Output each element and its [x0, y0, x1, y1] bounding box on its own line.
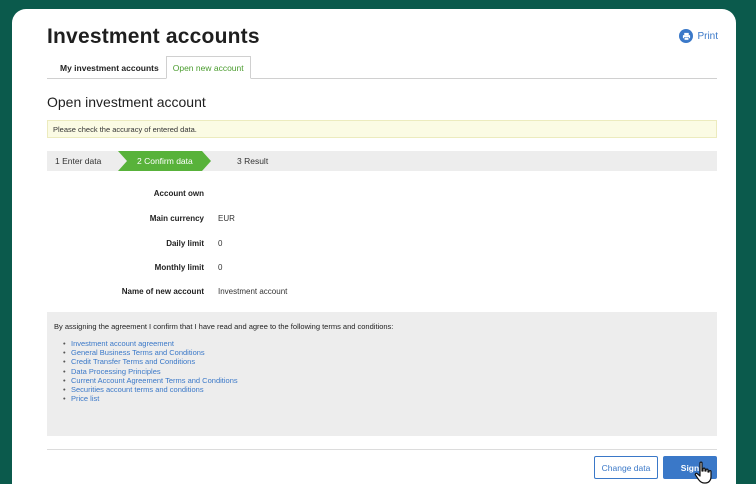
terms-list: Investment account agreement General Bus…	[54, 339, 710, 404]
terms-link-current-account-terms[interactable]: Current Account Agreement Terms and Cond…	[63, 376, 710, 385]
form-label: Account own	[153, 189, 204, 198]
terms-link-securities-account-terms[interactable]: Securities account terms and conditions	[63, 385, 710, 394]
terms-link-credit-transfer-terms[interactable]: Credit Transfer Terms and Conditions	[63, 357, 710, 366]
footer-divider	[47, 449, 717, 450]
change-data-button[interactable]: Change data	[594, 456, 658, 479]
hand-pointer-cursor-icon	[694, 461, 712, 484]
terms-heading: By assigning the agreement I confirm tha…	[54, 322, 394, 331]
form-label: Daily limit	[166, 239, 204, 248]
form-value: EUR	[218, 214, 235, 223]
terms-link-price-list[interactable]: Price list	[63, 394, 710, 403]
terms-link-data-processing-principles[interactable]: Data Processing Principles	[63, 367, 710, 376]
step-result: 3 Result	[237, 156, 269, 166]
terms-panel: By assigning the agreement I confirm tha…	[47, 312, 717, 436]
form-label: Name of new account	[121, 287, 204, 296]
printer-icon	[679, 29, 694, 43]
page-title: Investment accounts	[47, 25, 260, 48]
print-label: Print	[697, 30, 718, 42]
notice-banner: Please check the accuracy of entered dat…	[47, 120, 717, 138]
step-enter-data: 1 Enter data	[55, 156, 102, 166]
terms-link-general-business-terms[interactable]: General Business Terms and Conditions	[63, 348, 710, 357]
tab-bar: My investment accounts Open new account	[47, 56, 717, 79]
section-title: Open investment account	[47, 94, 206, 110]
tab-my-investment-accounts[interactable]: My investment accounts	[47, 56, 166, 79]
form-label: Main currency	[149, 214, 204, 223]
form-value: 0	[218, 239, 223, 248]
print-link[interactable]: Print	[679, 29, 718, 43]
step-progress: 1 Enter data 2 Confirm data 3 Result	[47, 151, 717, 171]
form-value: 0	[218, 263, 223, 272]
tab-open-new-account[interactable]: Open new account	[165, 56, 251, 79]
step-confirm-data: 2 Confirm data	[118, 151, 211, 171]
terms-link-investment-account-agreement[interactable]: Investment account agreement	[63, 339, 710, 348]
form-label: Monthly limit	[154, 263, 204, 272]
form-value: Investment account	[218, 287, 288, 296]
main-card: Investment accounts Print My investment …	[12, 9, 736, 484]
